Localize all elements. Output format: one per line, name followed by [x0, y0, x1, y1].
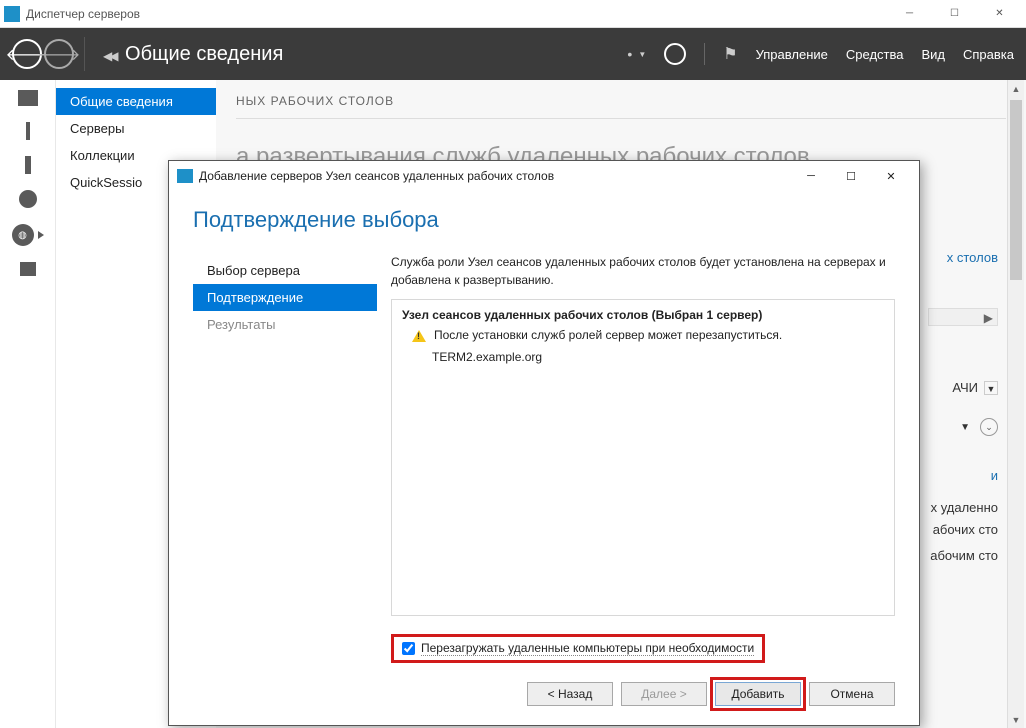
restart-checkbox-label[interactable]: Перезагружать удаленные компьютеры при н… [402, 641, 754, 656]
maximize-button[interactable]: ☐ [932, 0, 977, 28]
back-button[interactable]: < Назад [527, 682, 613, 706]
dialog-titlebar: Добавление серверов Узел сеансов удаленн… [169, 161, 919, 191]
page-title: ◀◀ Общие сведения [103, 43, 283, 66]
rail-item-icon[interactable] [20, 262, 36, 276]
expand-circle-icon[interactable]: ⌄ [980, 418, 998, 436]
server-row: TERM2.example.org [402, 350, 884, 364]
dialog-title: Добавление серверов Узел сеансов удаленн… [199, 169, 554, 183]
rail-servers-icon[interactable] [25, 156, 31, 174]
menu-tools[interactable]: Средства [846, 47, 904, 62]
wizard-step-confirm[interactable]: Подтверждение [193, 284, 377, 311]
refresh-icon[interactable] [664, 43, 686, 65]
next-button: Далее > [621, 682, 707, 706]
nav-forward-button: 🡒 [44, 39, 74, 69]
server-list-box: Узел сеансов удаленных рабочих столов (В… [391, 299, 895, 616]
scroll-up-icon[interactable]: ▲ [1008, 80, 1024, 97]
wizard-step-results: Результаты [193, 311, 377, 338]
minimize-button[interactable]: ─ [887, 0, 932, 28]
bg-tasks-label: АЧИ [952, 380, 978, 395]
content-scrollbar[interactable]: ▲ ▼ [1007, 80, 1024, 728]
restart-checkbox[interactable] [402, 642, 415, 655]
bg-link[interactable]: и [991, 468, 998, 483]
menu-view[interactable]: Вид [921, 47, 945, 62]
bg-text: абочим сто [930, 548, 998, 563]
dropdown-icon[interactable]: ▼ [638, 50, 646, 59]
dialog-heading: Подтверждение выбора [193, 207, 895, 233]
dialog-button-row: < Назад Далее > Добавить Отмена [169, 675, 919, 725]
tasks-dropdown-icon[interactable]: ▼ [984, 381, 998, 395]
header-dot-icon: • [627, 46, 632, 62]
rail-rds-icon: ◍ [12, 224, 34, 246]
bg-link[interactable]: х столов [947, 250, 998, 265]
caret-down-icon[interactable]: ▼ [960, 422, 970, 433]
divider [84, 37, 85, 71]
menu-manage[interactable]: Управление [756, 47, 828, 62]
add-button[interactable]: Добавить [715, 682, 801, 706]
nav-item-overview[interactable]: Общие сведения [56, 88, 216, 115]
restart-checkbox-text: Перезагружать удаленные компьютеры при н… [421, 641, 754, 656]
app-icon [4, 6, 20, 22]
chevron-right-icon[interactable]: ▶ [984, 311, 993, 325]
dialog-minimize-button[interactable]: ─ [791, 162, 831, 190]
wizard-step-select[interactable]: Выбор сервера [193, 257, 377, 284]
list-heading: Узел сеансов удаленных рабочих столов (В… [402, 308, 884, 322]
scrollbar-thumb[interactable] [1010, 100, 1022, 280]
nav-item-servers[interactable]: Серверы [56, 115, 216, 142]
dialog-maximize-button[interactable]: ☐ [831, 162, 871, 190]
rail-server-icon[interactable] [26, 122, 30, 140]
breadcrumb-chevron-icon: ◀◀ [103, 49, 115, 63]
dialog-icon [177, 169, 193, 183]
rail-dashboard-icon[interactable] [18, 90, 38, 106]
warning-icon [412, 330, 426, 342]
dialog-close-button[interactable]: ✕ [871, 162, 911, 190]
dialog-description: Служба роли Узел сеансов удаленных рабоч… [391, 253, 895, 289]
rail-rds-row[interactable]: ◍ [12, 224, 44, 246]
rail-storage-row[interactable] [19, 190, 37, 208]
wizard-steps: Выбор сервера Подтверждение Результаты [193, 253, 377, 663]
window-title: Диспетчер серверов [26, 7, 140, 21]
scroll-down-icon[interactable]: ▼ [1008, 711, 1024, 728]
divider [236, 118, 1006, 119]
header-bar: 🡐 🡒 ◀◀ Общие сведения • ▼ ⚑ Управление С… [0, 28, 1026, 80]
warning-text: После установки служб ролей сервер может… [434, 328, 782, 342]
section-label: НЫХ РАБОЧИХ СТОЛОВ [236, 94, 1006, 108]
add-servers-dialog: Добавление серверов Узел сеансов удаленн… [168, 160, 920, 726]
icon-rail: ◍ [0, 80, 56, 728]
rail-disk-icon [19, 190, 37, 208]
menu-help[interactable]: Справка [963, 47, 1014, 62]
cancel-button[interactable]: Отмена [809, 682, 895, 706]
expand-icon [38, 231, 44, 239]
bg-text: х удаленно [931, 500, 998, 515]
bg-text: абочих сто [933, 522, 998, 537]
notifications-flag-icon[interactable]: ⚑ [723, 44, 737, 64]
restart-checkbox-highlight: Перезагружать удаленные компьютеры при н… [391, 634, 765, 663]
bg-scroll-strip: ▶ [928, 308, 998, 326]
divider [704, 43, 705, 65]
page-title-text: Общие сведения [125, 43, 283, 65]
window-titlebar: Диспетчер серверов ─ ☐ ✕ [0, 0, 1026, 28]
close-button[interactable]: ✕ [977, 0, 1022, 28]
